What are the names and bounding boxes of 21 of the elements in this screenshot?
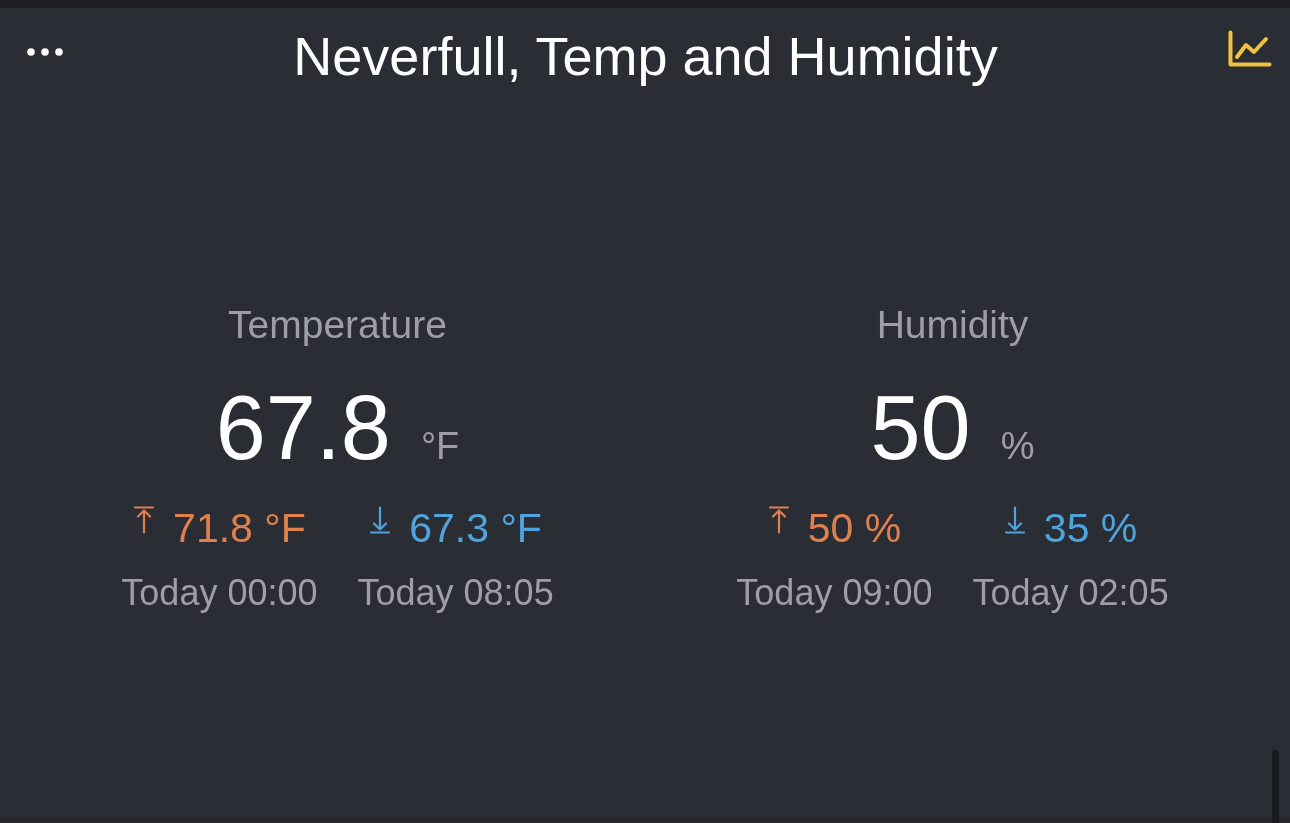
unit-label: % <box>1000 425 1035 468</box>
high-reading: 71.8 °F <box>173 504 306 553</box>
unit-label: °F <box>420 425 460 468</box>
sensor-value: 50 <box>870 383 971 473</box>
more-icon[interactable] <box>27 48 63 56</box>
window-title: Neverfull, Temp and Humidity <box>293 25 998 88</box>
low-reading: 67.3 °F <box>409 504 542 553</box>
time-label: Today 00:00 <box>121 571 318 614</box>
arrow-up-bar-icon <box>133 506 156 534</box>
high-reading: 50 % <box>807 504 902 553</box>
arrow-down-bar-icon <box>369 506 392 534</box>
arrow-down-bar-icon <box>1003 506 1026 534</box>
line-chart-icon[interactable] <box>1228 30 1272 67</box>
time-label: Today 08:05 <box>357 571 554 614</box>
sensor-value: 67.8 <box>215 383 391 473</box>
sensor-label: Humidity <box>876 302 1029 348</box>
time-label: Today 09:00 <box>736 571 933 614</box>
time-label: Today 02:05 <box>972 571 1169 614</box>
low-reading: 35 % <box>1043 504 1138 553</box>
sensor-label: Temperature <box>228 302 447 348</box>
arrow-up-bar-icon <box>767 506 790 534</box>
